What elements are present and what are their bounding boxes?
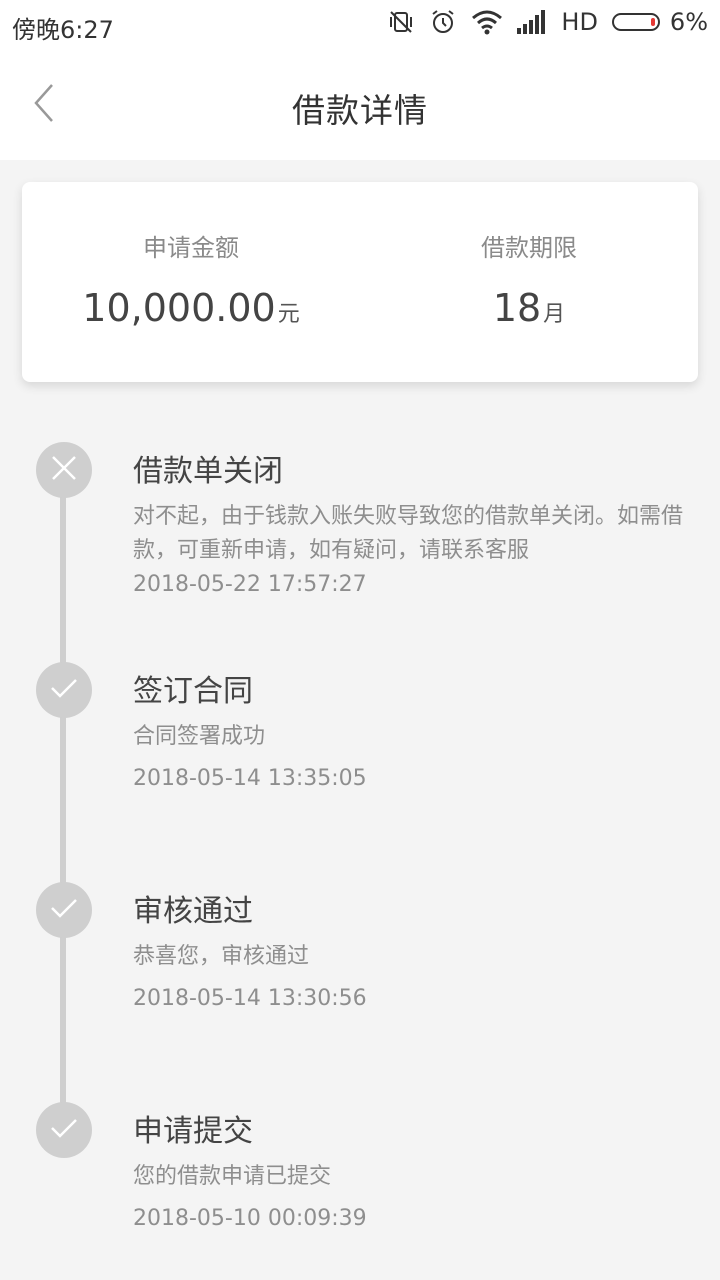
amount-value-row: 10,000.00元 [22,286,360,330]
check-icon [49,1116,79,1144]
timeline-item-time: 2018-05-10 00:09:39 [133,1206,367,1231]
close-icon [49,453,79,487]
battery-indicator: 6% [611,8,708,36]
status-icons: HD 6% [387,8,708,36]
battery-percent: 6% [669,8,708,36]
term-unit: 月 [543,302,566,327]
timeline-dot [36,1102,92,1158]
nav-bar: 借款详情 [0,50,720,160]
timeline-dot [36,442,92,498]
loan-summary-card: 申请金额 10,000.00元 借款期限 18月 [22,182,698,382]
wifi-icon [471,9,503,35]
amount-unit: 元 [277,302,300,327]
timeline-item-time: 2018-05-14 13:30:56 [133,986,367,1011]
timeline-item-title: 借款单关闭 [133,454,283,489]
timeline-item-time: 2018-05-22 17:57:27 [133,572,367,597]
timeline-item-desc: 您的借款申请已提交 [133,1164,332,1189]
amount-section: 申请金额 10,000.00元 [22,182,360,382]
term-value: 18 [492,286,542,330]
timeline-item-desc: 对不起，由于钱款入账失败导致您的借款单关闭。如需借款，可重新申请，如有疑问，请联… [133,504,684,563]
page-title: 借款详情 [292,91,428,130]
timeline-dot [36,662,92,718]
term-value-row: 18月 [360,286,698,330]
vibrate-off-icon [387,8,415,36]
alarm-icon [429,8,457,36]
timeline-dot [36,882,92,938]
amount-label: 申请金额 [143,234,239,262]
status-time: 傍晚6:27 [12,16,114,44]
timeline-item-title: 审核通过 [133,894,253,929]
check-icon [49,676,79,704]
timeline-item-title: 申请提交 [133,1114,253,1149]
timeline-item-desc: 恭喜您，审核通过 [133,944,310,969]
term-section: 借款期限 18月 [360,182,698,382]
status-bar: 傍晚6:27 HD 6% [0,0,720,50]
timeline-line [60,470,66,1130]
battery-icon [611,13,660,31]
timeline-item-desc: 合同签署成功 [133,724,266,749]
signal-icon [517,10,547,34]
network-type: HD [561,8,598,36]
check-icon [49,896,79,924]
timeline-item-time: 2018-05-14 13:35:05 [133,766,367,791]
amount-value: 10,000.00 [82,286,276,330]
term-label: 借款期限 [481,234,577,262]
timeline-item-title: 签订合同 [133,674,253,709]
